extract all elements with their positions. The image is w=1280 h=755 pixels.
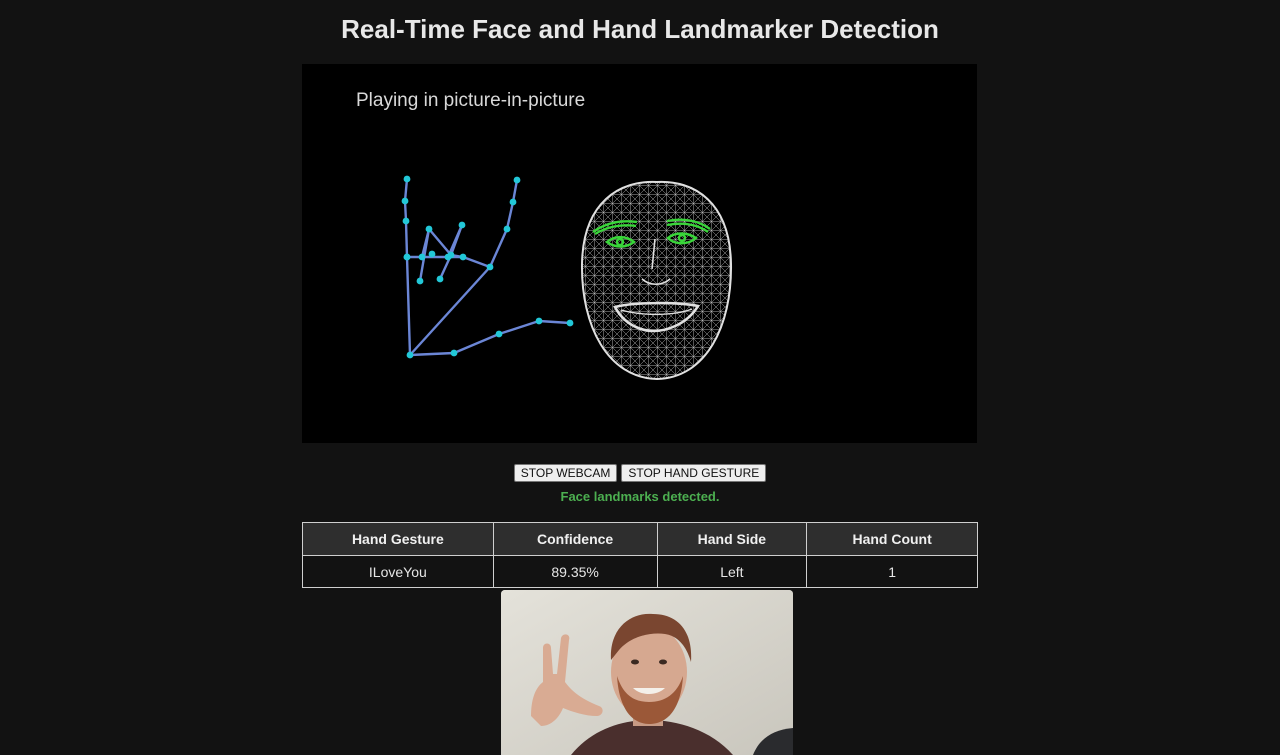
table-row: ILoveYou 89.35% Left 1 (302, 555, 978, 588)
landmark-overlay (401, 175, 733, 381)
hand-landmarks (401, 175, 574, 359)
hand-connection (408, 351, 456, 357)
hand-landmark-point (436, 275, 444, 283)
hand-landmark-point (459, 253, 467, 261)
page: Real-Time Face and Hand Landmarker Detec… (0, 0, 1280, 755)
hand-connection (461, 255, 492, 269)
hand-landmark-point (428, 250, 436, 258)
webcam-preview (501, 590, 793, 755)
header-hand-side: Hand Side (656, 522, 808, 556)
stop-webcam-button[interactable]: STOP WEBCAM (513, 464, 618, 482)
page-title: Real-Time Face and Hand Landmarker Detec… (341, 14, 939, 44)
hand-landmark-point (513, 176, 521, 184)
header-hand-count: Hand Count (806, 522, 978, 556)
hand-landmark-point (403, 175, 411, 183)
webcam-image (501, 590, 793, 755)
hand-connection (488, 227, 509, 269)
hand-landmark-point (495, 330, 503, 338)
cell-confidence: 89.35% (492, 555, 658, 588)
stop-hand-gesture-button[interactable]: STOP HAND GESTURE (621, 464, 767, 482)
hand-connection (449, 223, 464, 257)
table-header-row: Hand Gesture Confidence Hand Side Hand C… (302, 522, 978, 556)
header-confidence: Confidence (492, 522, 658, 556)
hand-landmark-point (418, 253, 426, 261)
hand-landmark-point (509, 198, 517, 206)
hand-connection (537, 319, 572, 325)
hand-connection (452, 332, 501, 355)
hand-connection (497, 319, 541, 336)
header-hand-gesture: Hand Gesture (302, 522, 494, 556)
hand-connection (404, 219, 409, 259)
controls-bar: STOP WEBCAM STOP HAND GESTURE (0, 464, 1280, 482)
hand-landmark-point (425, 225, 433, 233)
hand-landmark-point (401, 197, 409, 205)
hand-landmark-point (444, 253, 452, 261)
hand-landmark-point (503, 225, 511, 233)
results-table: Hand Gesture Confidence Hand Side Hand C… (302, 522, 978, 588)
cell-hand-gesture: ILoveYou (302, 555, 494, 588)
hand-connection (505, 200, 515, 231)
hand-landmark-point (458, 221, 466, 229)
hand-landmark-point (535, 317, 543, 325)
face-mesh (580, 180, 733, 381)
hand-landmark-point (450, 349, 458, 357)
hand-landmark-point (566, 319, 574, 327)
video-canvas: Playing in picture-in-picture (302, 64, 977, 443)
hand-landmark-point (402, 217, 410, 225)
status-message: Face landmarks detected. (560, 489, 720, 504)
hand-landmark-point (416, 277, 424, 285)
hand-landmark-point (406, 351, 414, 359)
cell-hand-count: 1 (806, 555, 978, 588)
hand-connection (405, 255, 412, 357)
hand-landmark-point (403, 253, 411, 261)
hand-landmark-point (486, 263, 494, 271)
cell-hand-side: Left (656, 555, 808, 588)
